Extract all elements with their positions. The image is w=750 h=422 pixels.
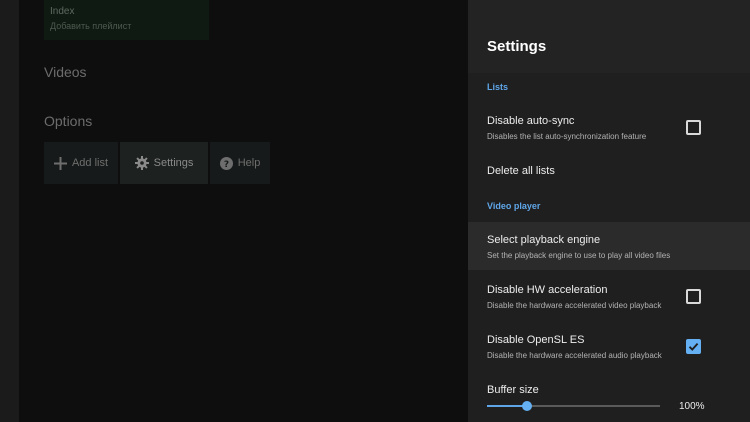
add-list-label: Add list xyxy=(71,157,109,169)
disable-hw-acceleration-title: Disable HW acceleration xyxy=(487,284,608,296)
buffer-size-title: Buffer size xyxy=(487,384,539,396)
settings-label: Settings xyxy=(153,157,194,169)
select-playback-engine-item[interactable]: Select playback engine Set the playback … xyxy=(468,222,750,270)
gear-icon xyxy=(134,156,149,170)
playlist-tile-title: Index xyxy=(50,6,75,17)
settings-panel: Settings Lists Disable auto-sync Disable… xyxy=(468,0,750,422)
left-rail xyxy=(0,0,19,422)
buffer-size-slider-thumb[interactable] xyxy=(521,401,532,411)
disable-opensl-es-item[interactable]: Disable OpenSL ES Disable the hardware a… xyxy=(468,323,750,371)
disable-hw-acceleration-item[interactable]: Disable HW acceleration Disable the hard… xyxy=(468,273,750,321)
disable-hw-acceleration-checkbox[interactable] xyxy=(686,289,701,304)
buffer-size-slider[interactable] xyxy=(487,401,660,411)
videos-heading: Videos xyxy=(44,64,87,80)
category-lists: Lists xyxy=(487,82,509,92)
settings-title: Settings xyxy=(487,38,547,55)
help-button[interactable]: ? Help xyxy=(210,142,270,184)
help-label: Help xyxy=(237,157,261,169)
disable-auto-sync-item[interactable]: Disable auto-sync Disables the list auto… xyxy=(468,104,750,150)
playlist-tile-subtitle: Добавить плейлист xyxy=(50,21,132,31)
settings-header: Settings xyxy=(468,0,750,73)
plus-icon xyxy=(53,156,67,170)
buffer-size-value: 100% xyxy=(679,401,705,412)
check-icon xyxy=(688,342,699,351)
delete-all-lists-title: Delete all lists xyxy=(487,165,555,177)
background-content: Index Добавить плейлист Videos Options A… xyxy=(19,0,468,422)
select-playback-engine-title: Select playback engine xyxy=(487,234,601,246)
settings-button[interactable]: Settings xyxy=(120,142,208,184)
select-playback-engine-subtitle: Set the playback engine to use to play a… xyxy=(487,251,671,260)
disable-auto-sync-subtitle: Disables the list auto-synchronization f… xyxy=(487,132,647,141)
disable-opensl-es-subtitle: Disable the hardware accelerated audio p… xyxy=(487,351,662,360)
disable-opensl-es-checkbox[interactable] xyxy=(686,339,701,354)
buffer-size-slider-fill xyxy=(487,405,527,407)
disable-hw-acceleration-subtitle: Disable the hardware accelerated video p… xyxy=(487,301,662,310)
disable-auto-sync-checkbox[interactable] xyxy=(686,120,701,135)
delete-all-lists-item[interactable]: Delete all lists xyxy=(468,154,750,188)
help-icon: ? xyxy=(219,156,233,170)
options-heading: Options xyxy=(44,113,93,129)
disable-auto-sync-title: Disable auto-sync xyxy=(487,115,575,127)
category-video-player: Video player xyxy=(487,201,541,211)
add-list-button[interactable]: Add list xyxy=(44,142,118,184)
svg-text:?: ? xyxy=(224,160,229,170)
disable-opensl-es-title: Disable OpenSL ES xyxy=(487,334,585,346)
playlist-tile[interactable]: Index Добавить плейлист xyxy=(44,0,209,40)
